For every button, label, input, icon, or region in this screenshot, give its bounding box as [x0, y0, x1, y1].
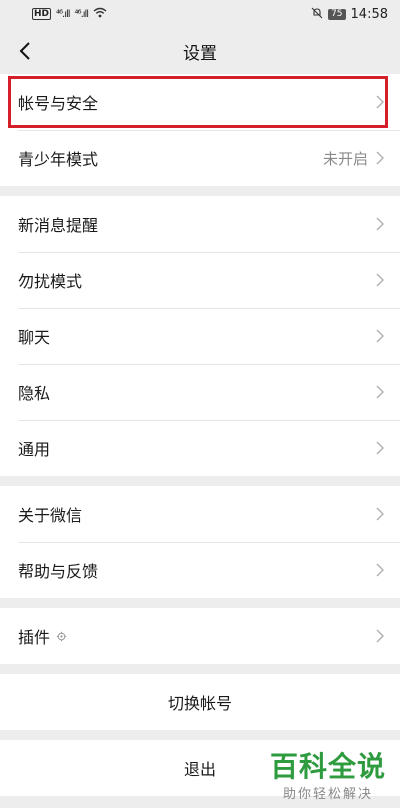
- group-gap: [0, 186, 400, 196]
- chevron-right-icon: [376, 328, 386, 344]
- group-gap: [0, 664, 400, 674]
- watermark-subtitle: 助你轻松解决: [282, 787, 373, 802]
- clock: 14:58: [350, 6, 388, 22]
- settings-item-new-message[interactable]: 新消息提醒: [0, 196, 400, 252]
- plugin-label: 插件: [18, 628, 51, 647]
- row-label: 帮助与反馈: [18, 562, 99, 581]
- row-value: 未开启: [322, 149, 368, 168]
- watermark: 百科全说 助你轻松解决: [269, 750, 386, 803]
- status-right: 75 14:58: [311, 7, 388, 22]
- settings-item-general[interactable]: 通用: [0, 420, 400, 476]
- settings-item-chat[interactable]: 聊天: [0, 308, 400, 364]
- row-label: 帐号与安全: [18, 94, 99, 113]
- row-label: 隐私: [18, 384, 51, 403]
- row-label: 通用: [18, 440, 51, 459]
- row-label: 插件: [18, 624, 376, 648]
- chevron-right-icon: [376, 150, 386, 166]
- group-gap: [0, 730, 400, 740]
- switch-account-button[interactable]: 切换帐号: [0, 674, 400, 730]
- settings-item-plugins[interactable]: 插件: [0, 608, 400, 664]
- row-label: 勿扰模式: [18, 272, 83, 291]
- row-label: 关于微信: [18, 506, 83, 525]
- nav-bar: 设置: [0, 28, 400, 74]
- status-left: HD ⁴⁶.ıll ⁴⁶.ıll: [32, 7, 107, 21]
- settings-item-teen-mode[interactable]: 青少年模式 未开启: [0, 130, 400, 186]
- wifi-icon: [93, 7, 107, 21]
- signal-1-indicator: ⁴⁶.ıll: [56, 8, 70, 20]
- gear-icon: [56, 631, 67, 641]
- account-group: 帐号与安全 青少年模式 未开启: [0, 74, 400, 186]
- notification-group: 新消息提醒 勿扰模式 聊天 隐私 通用: [0, 196, 400, 476]
- settings-item-about-wechat[interactable]: 关于微信: [0, 486, 400, 542]
- row-label: 青少年模式: [18, 150, 99, 169]
- chevron-right-icon: [376, 94, 386, 110]
- settings-item-privacy[interactable]: 隐私: [0, 364, 400, 420]
- chevron-right-icon: [376, 440, 386, 456]
- settings-item-do-not-disturb[interactable]: 勿扰模式: [0, 252, 400, 308]
- network-hd-badge: HD: [32, 8, 52, 20]
- group-gap: [0, 476, 400, 486]
- chevron-right-icon: [376, 272, 386, 288]
- chevron-right-icon: [376, 384, 386, 400]
- status-bar: HD ⁴⁶.ıll ⁴⁶.ıll 75 14:58: [0, 0, 400, 28]
- settings-item-help-feedback[interactable]: 帮助与反馈: [0, 542, 400, 598]
- signal-2-indicator: ⁴⁶.ıll: [74, 8, 89, 20]
- watermark-title: 百科全说: [269, 750, 386, 783]
- row-label: 新消息提醒: [18, 216, 99, 235]
- group-gap: [0, 598, 400, 608]
- chevron-right-icon: [376, 506, 386, 522]
- battery-level: 75: [328, 8, 346, 20]
- settings-item-account-security[interactable]: 帐号与安全: [0, 74, 400, 130]
- bell-off-icon: [311, 7, 323, 22]
- switch-account-group: 切换帐号: [0, 674, 400, 730]
- plugin-group: 插件: [0, 608, 400, 664]
- chevron-right-icon: [376, 562, 386, 578]
- chevron-right-icon: [376, 628, 386, 644]
- chevron-right-icon: [376, 216, 386, 232]
- page-title: 设置: [183, 43, 217, 64]
- back-button[interactable]: [10, 36, 40, 66]
- chevron-left-icon: [19, 42, 30, 60]
- row-label: 聊天: [18, 328, 51, 347]
- about-group: 关于微信 帮助与反馈: [0, 486, 400, 598]
